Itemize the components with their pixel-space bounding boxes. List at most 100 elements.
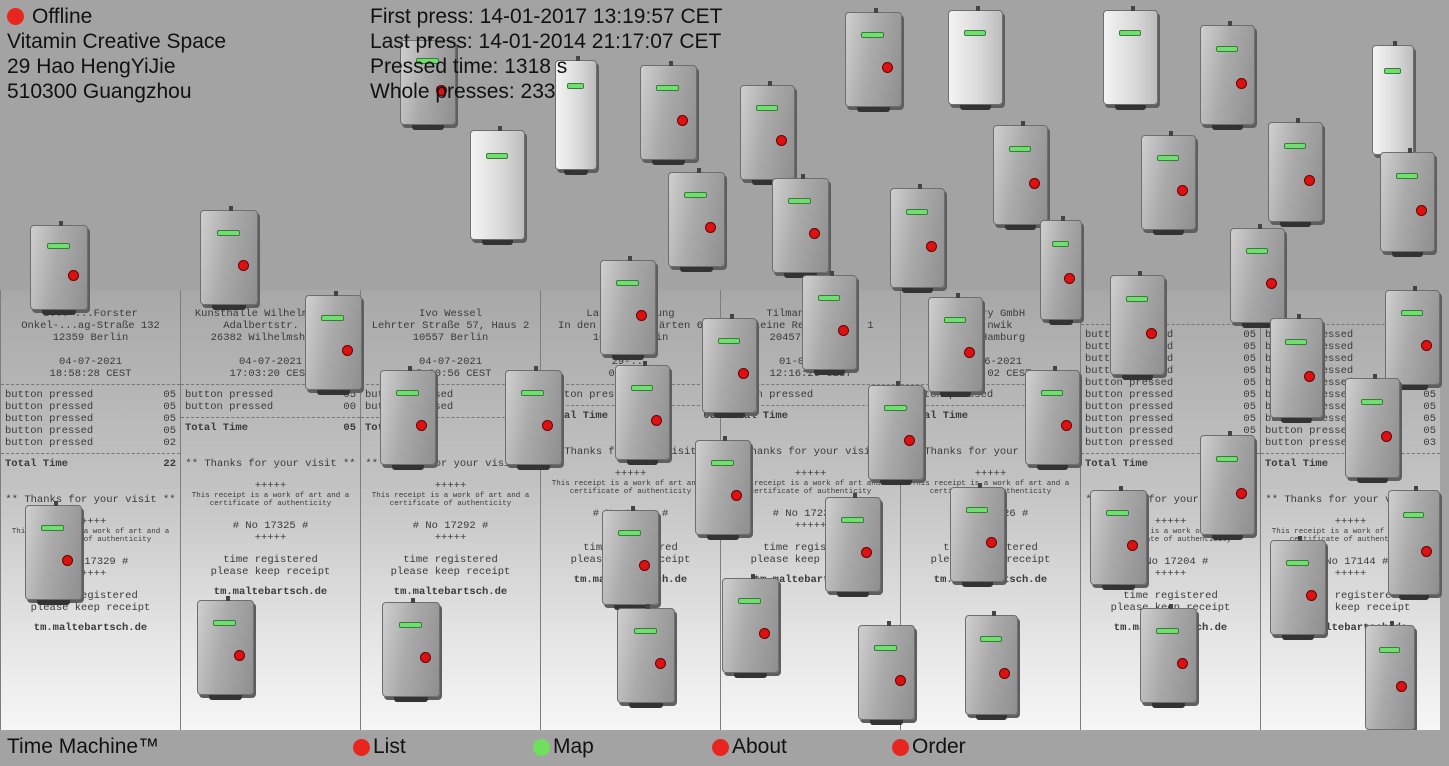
receipt-registered: time registered bbox=[583, 542, 678, 554]
receipt-line: button pressed 05 bbox=[1, 425, 180, 437]
button-device-icon bbox=[993, 121, 1048, 230]
receipt-keep: please keep receipt bbox=[930, 554, 1051, 566]
line-label: button pressed bbox=[905, 389, 994, 401]
receipt[interactable]: Landes...stung In den Ministergärten 6 101… bbox=[540, 290, 720, 730]
receipt-registered: time registered bbox=[223, 554, 318, 566]
line-value: 05 bbox=[1423, 341, 1436, 353]
receipt-line: button pressed 05 bbox=[181, 389, 360, 401]
line-label: button pressed bbox=[5, 401, 94, 413]
receipt-plus: +++++ bbox=[974, 468, 1007, 480]
line-value: 05 bbox=[1423, 389, 1436, 401]
receipt-thanks: ** Thanks for your visit ** bbox=[725, 446, 896, 458]
pressed-time: Pressed time: 1318 s bbox=[370, 55, 568, 78]
receipt-registered: time registered bbox=[403, 554, 498, 566]
receipt-total: Total Time 03 bbox=[901, 410, 1080, 422]
line-label: button pressed bbox=[1265, 377, 1354, 389]
receipt-city: 10117 Berlin bbox=[592, 332, 669, 344]
nav-order[interactable]: Order bbox=[892, 735, 966, 759]
button-device-icon bbox=[668, 168, 725, 272]
nav-order-label: Order bbox=[912, 735, 966, 758]
receipt[interactable]: Tilman... GmbH Kleine Reichenstr. 1 20457 … bbox=[720, 290, 900, 730]
receipt-keep: please keep receipt bbox=[750, 554, 871, 566]
receipt-line: button pressed 05 bbox=[1081, 341, 1260, 353]
total-label: Total Time bbox=[185, 422, 249, 434]
receipt-plus-2: +++++ bbox=[974, 520, 1007, 532]
total-value: 03 bbox=[703, 410, 716, 422]
receipt-line: button pressed 05 bbox=[1081, 425, 1260, 437]
receipt-art-1: This receipt is a work of art and a bbox=[371, 492, 530, 500]
receipt-plus: +++++ bbox=[254, 480, 287, 492]
receipt-art-2: certificate of authenticity bbox=[1289, 536, 1412, 544]
button-device-icon bbox=[1268, 118, 1323, 227]
receipt-url: tm.maltebartsch.de bbox=[33, 622, 148, 634]
line-label: button pressed bbox=[1265, 365, 1354, 377]
receipt-total: Total Time 05 bbox=[181, 422, 360, 434]
nav-list[interactable]: List bbox=[353, 735, 406, 759]
receipt-name: Tilman... GmbH bbox=[766, 308, 855, 320]
receipt-plus: +++++ bbox=[434, 480, 467, 492]
footer-bar: Time Machine™ List Map About Order bbox=[0, 730, 1449, 766]
receipt-art-2: certificate of authenticity bbox=[389, 500, 512, 508]
total-label: Total Time bbox=[1085, 458, 1149, 470]
receipt[interactable]: S... ...Forster Onkel-...ag-Straße 132 123… bbox=[0, 290, 180, 730]
receipt-number: # No 17292 # bbox=[412, 520, 489, 532]
line-label: button pressed bbox=[1085, 413, 1174, 425]
receipt-city: 20457 Hamburg bbox=[769, 332, 852, 344]
receipt[interactable]: button pressed 05 button pressed 05 button p… bbox=[1080, 290, 1260, 730]
line-label: button pressed bbox=[1265, 413, 1354, 425]
line-label: button pressed bbox=[1085, 437, 1174, 449]
receipt-time: 15:20:56 CEST bbox=[409, 368, 492, 380]
receipt-line: button pressed 05 bbox=[1081, 413, 1260, 425]
total-value: 05 bbox=[343, 422, 356, 434]
total-value: 07 bbox=[523, 422, 536, 434]
receipt-thanks: ** Thanks for your visit ** bbox=[905, 446, 1076, 458]
receipt[interactable]: ...ery GmbH ...nwik... Hamburg 29-06-2021 1… bbox=[900, 290, 1080, 730]
line-label: button pressed bbox=[5, 389, 94, 401]
receipt-line: button pressed 05 bbox=[1261, 329, 1440, 341]
button-device-icon bbox=[1200, 21, 1255, 130]
line-label: button pressed bbox=[1085, 425, 1174, 437]
line-value: 05 bbox=[1423, 377, 1436, 389]
receipt-line: button pressed 05 bbox=[1, 389, 180, 401]
receipt[interactable]: Ivo Wessel Lehrter Straße 57, Haus 2 10557… bbox=[360, 290, 540, 730]
receipt-plus-2: +++++ bbox=[1154, 568, 1187, 580]
receipt-name: Landes...stung bbox=[586, 308, 675, 320]
receipt-date: 04-07-2021 bbox=[238, 356, 302, 368]
last-press: Last press: 14-01-2014 21:17:07 CET bbox=[370, 30, 722, 53]
receipt-line: button pressed 05 bbox=[1081, 353, 1260, 365]
receipt-keep: please keep receipt bbox=[1290, 602, 1411, 614]
line-value: 02 bbox=[523, 401, 536, 413]
map-dot-icon bbox=[533, 738, 550, 756]
line-value: 00 bbox=[343, 401, 356, 413]
receipt-registered: time registered bbox=[43, 590, 138, 602]
nav-map[interactable]: Map bbox=[533, 735, 594, 759]
receipt[interactable]: Kunsthalle Wilhelmshaven Adalbertstr. 28 2… bbox=[180, 290, 360, 730]
receipt-thanks: ** Thanks for your visit ** bbox=[545, 446, 716, 458]
receipt-city: ... Hamburg bbox=[955, 332, 1026, 344]
nav-about[interactable]: About bbox=[712, 735, 787, 759]
line-value: 05 bbox=[163, 389, 176, 401]
button-device-icon bbox=[740, 81, 795, 185]
receipt-date: 04-07-2021 bbox=[418, 356, 482, 368]
receipt-line: button pressed 05 bbox=[1, 401, 180, 413]
line-label: button pressed bbox=[1265, 353, 1354, 365]
receipt-number: # No 17204 # bbox=[1132, 556, 1209, 568]
receipt-thanks: ** Thanks for your visit ** bbox=[1265, 494, 1436, 506]
receipt-street: Onkel-...ag-Straße 132 bbox=[21, 320, 160, 332]
line-label: button pressed bbox=[1085, 377, 1174, 389]
receipt-line: button pressed 05 bbox=[1261, 365, 1440, 377]
line-value: 05 bbox=[163, 413, 176, 425]
receipt-line: button pressed 05 bbox=[1, 413, 180, 425]
line-value: 05 bbox=[1423, 425, 1436, 437]
receipt-date: 29-... bbox=[611, 356, 650, 368]
receipt[interactable]: button pressed 05 button pressed 05 button p… bbox=[1260, 290, 1440, 730]
line-label: button pressed bbox=[725, 389, 814, 401]
receipt-name: S... ...Forster bbox=[43, 308, 138, 320]
order-dot-icon bbox=[892, 738, 909, 756]
press-stats: First press: 14-01-2017 13:19:57 CET Las… bbox=[370, 4, 723, 104]
receipt-art-1: This receipt is a work of art and a bbox=[191, 492, 350, 500]
receipt-plus-2: +++++ bbox=[1334, 568, 1367, 580]
receipt-thanks: ** Thanks for your visit ** bbox=[1085, 494, 1256, 506]
receipt-thanks: ** Thanks for your visit ** bbox=[365, 458, 536, 470]
receipt-line: button pressed 05 bbox=[1261, 353, 1440, 365]
